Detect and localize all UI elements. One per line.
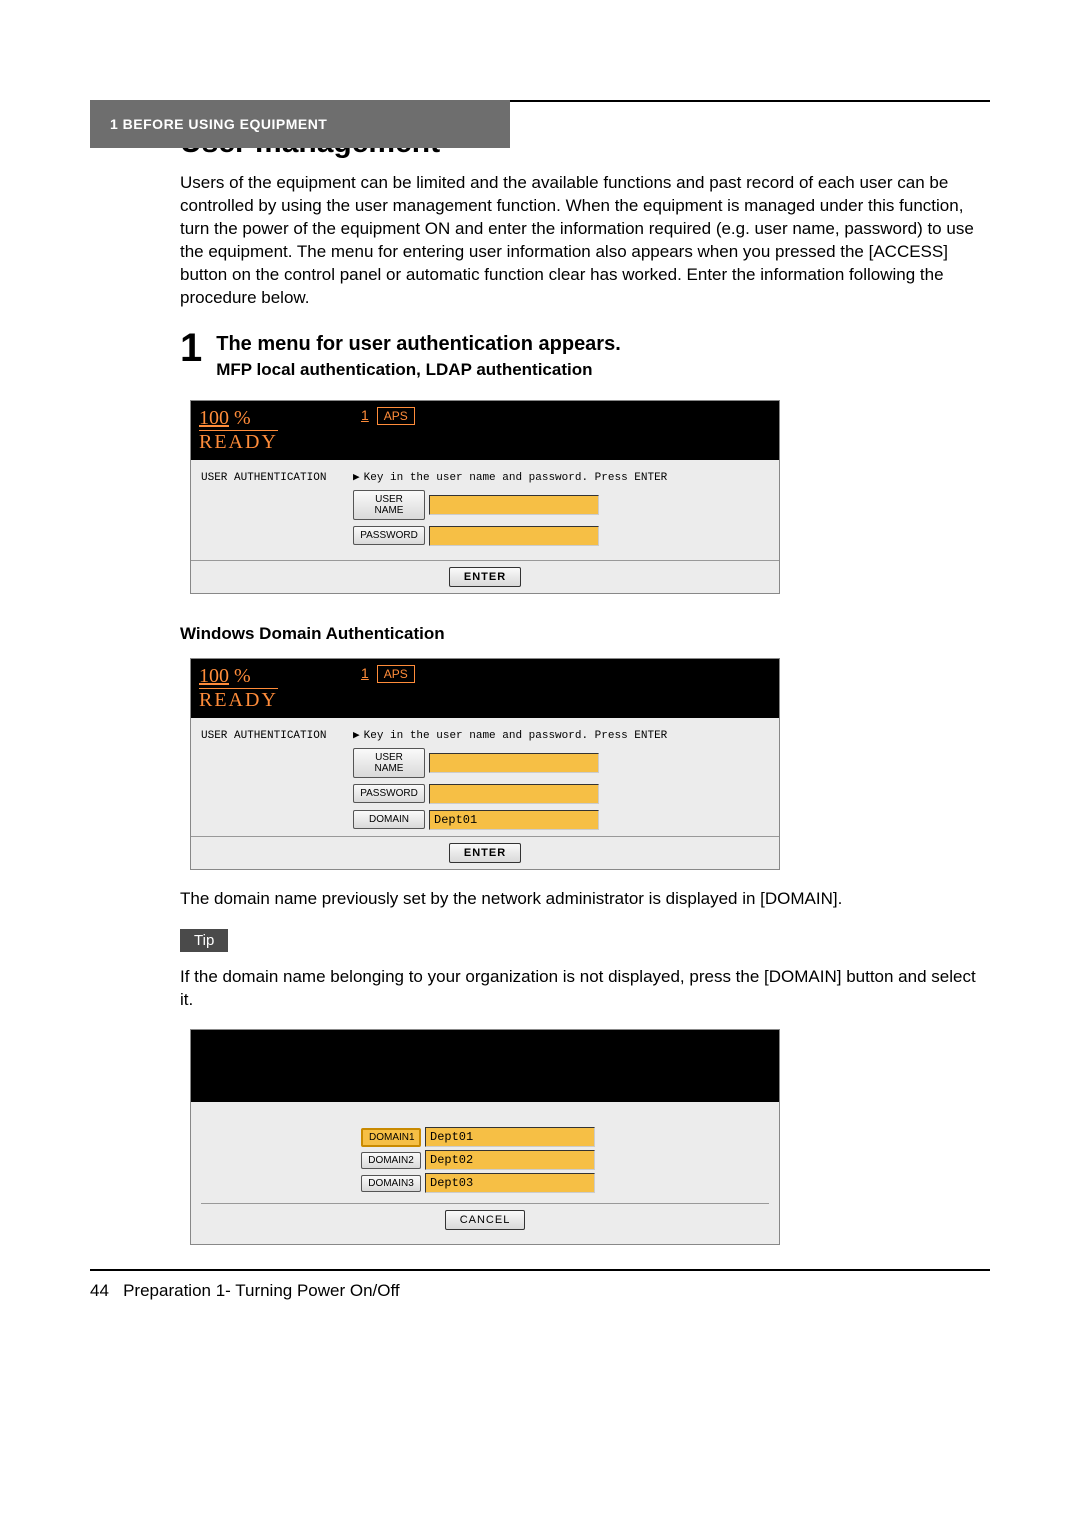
- domain3-value: Dept03: [425, 1173, 595, 1193]
- ready-value-row: 100 %: [199, 665, 353, 688]
- enter-button[interactable]: ENTER: [449, 843, 521, 863]
- step-heading: 1 The menu for user authentication appea…: [180, 328, 990, 394]
- step-subtitle-1: MFP local authentication, LDAP authentic…: [216, 360, 621, 380]
- auth-hint: ▶Key in the user name and password. Pres…: [353, 470, 769, 484]
- enter-button[interactable]: ENTER: [449, 567, 521, 587]
- content: User management Users of the equipment c…: [90, 102, 990, 1245]
- username-input[interactable]: [429, 753, 599, 773]
- screenshot-windows-domain: 100 % READY 1 APS USER AUTHENTICATION ▶K…: [190, 658, 780, 870]
- auth-hint: ▶Key in the user name and password. Pres…: [353, 728, 769, 742]
- ready-label: READY: [199, 430, 278, 454]
- password-input[interactable]: [429, 784, 599, 804]
- step-number: 1: [180, 328, 202, 394]
- domain-button[interactable]: DOMAIN: [353, 810, 425, 829]
- username-button[interactable]: USER NAME: [353, 748, 425, 778]
- domain-row: DOMAIN1 Dept01: [361, 1127, 769, 1147]
- domain-row: DOMAIN3 Dept03: [361, 1173, 769, 1193]
- username-button[interactable]: USER NAME: [353, 490, 425, 520]
- domain-input[interactable]: Dept01: [429, 810, 599, 830]
- page-number: 44: [90, 1281, 109, 1300]
- chapter-text: 1 BEFORE USING EQUIPMENT: [110, 116, 327, 132]
- intro-paragraph: Users of the equipment can be limited an…: [180, 172, 990, 310]
- aps-indicator: 1 APS: [361, 665, 415, 681]
- domain1-button[interactable]: DOMAIN1: [361, 1128, 421, 1147]
- domain2-value: Dept02: [425, 1150, 595, 1170]
- domain1-value: Dept01: [425, 1127, 595, 1147]
- domain-note: The domain name previously set by the ne…: [180, 888, 990, 911]
- domain2-button[interactable]: DOMAIN2: [361, 1152, 421, 1169]
- tip-text: If the domain name belonging to your org…: [180, 966, 990, 1012]
- domain-row: DOMAIN2 Dept02: [361, 1150, 769, 1170]
- auth-title: USER AUTHENTICATION: [201, 470, 341, 484]
- footer-text: Preparation 1- Turning Power On/Off: [123, 1281, 400, 1300]
- page-footer: 44 Preparation 1- Turning Power On/Off: [90, 1271, 990, 1301]
- password-button[interactable]: PASSWORD: [353, 784, 425, 803]
- auth-title: USER AUTHENTICATION: [201, 728, 341, 742]
- cancel-button[interactable]: CANCEL: [445, 1210, 526, 1230]
- ready-value-row: 100 %: [199, 407, 353, 430]
- aps-indicator: 1 APS: [361, 407, 415, 423]
- username-input[interactable]: [429, 495, 599, 515]
- password-button[interactable]: PASSWORD: [353, 526, 425, 545]
- arrow-icon: ▶: [353, 730, 360, 742]
- screenshot-mfp-ldap: 100 % READY 1 APS USER AUTHENTICATION ▶K…: [190, 400, 780, 594]
- chapter-header: 1 BEFORE USING EQUIPMENT: [90, 100, 510, 148]
- domain3-button[interactable]: DOMAIN3: [361, 1175, 421, 1192]
- password-input[interactable]: [429, 526, 599, 546]
- ready-label: READY: [199, 688, 278, 712]
- step-title: The menu for user authentication appears…: [216, 328, 621, 356]
- tip-label: Tip: [180, 929, 228, 952]
- step-subtitle-2: Windows Domain Authentication: [180, 624, 990, 644]
- screenshot-domain-select: DOMAIN1 Dept01 DOMAIN2 Dept02 DOMAIN3 De…: [190, 1029, 780, 1245]
- page: 1 BEFORE USING EQUIPMENT User management…: [0, 100, 1080, 1341]
- arrow-icon: ▶: [353, 472, 360, 484]
